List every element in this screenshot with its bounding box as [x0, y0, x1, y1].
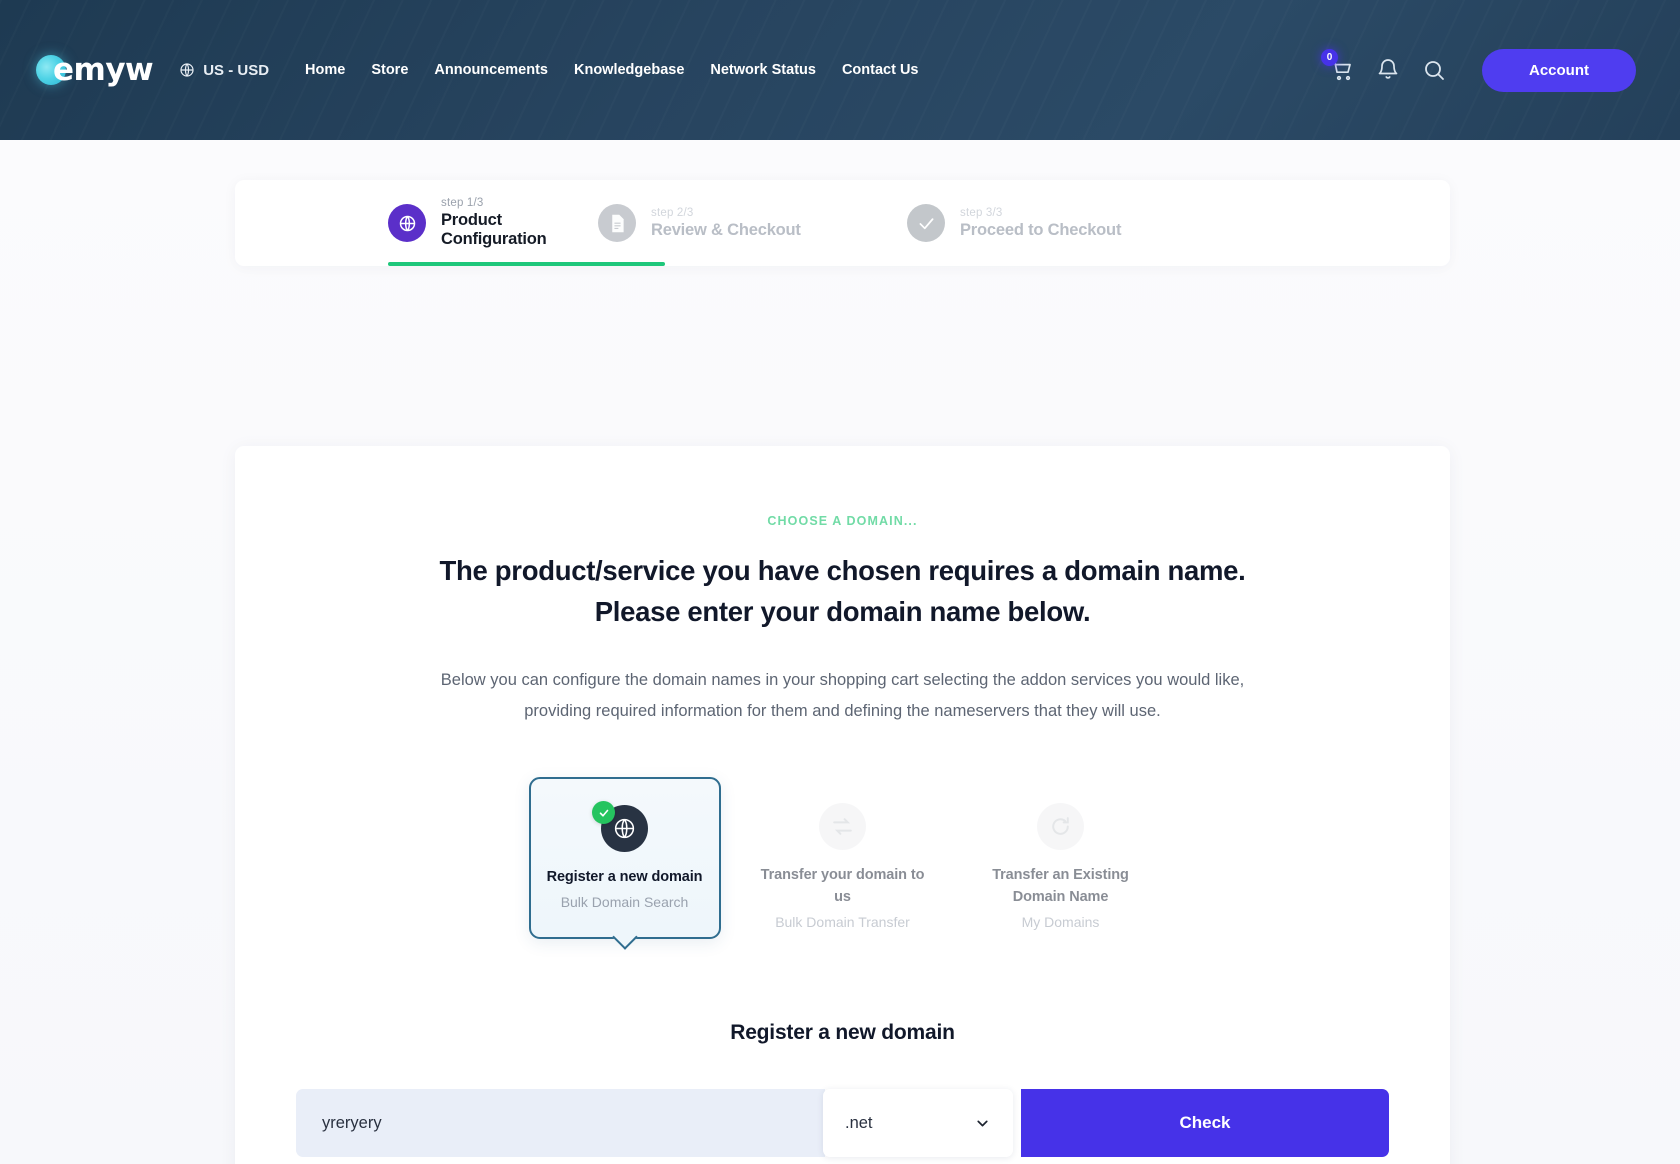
option-title: Transfer an Existing Domain Name [992, 867, 1129, 905]
nav-item-knowledgebase[interactable]: Knowledgebase [574, 62, 684, 78]
document-icon [598, 204, 636, 242]
search-icon[interactable] [1422, 58, 1446, 82]
logo-text: emyw [53, 52, 154, 88]
nav-item-network-status[interactable]: Network Status [710, 62, 816, 78]
account-button[interactable]: Account [1482, 48, 1636, 92]
chevron-down-icon [974, 1115, 991, 1132]
check-domain-button[interactable]: Check [1021, 1089, 1389, 1157]
bell-icon[interactable] [1376, 58, 1400, 82]
transfer-icon [819, 803, 866, 850]
shopping-cart-icon[interactable]: 0 [1321, 49, 1354, 82]
step-product-configuration[interactable]: step 1/3 Product Configuration [235, 180, 665, 266]
nav-item-announcements[interactable]: Announcements [434, 62, 548, 78]
domain-selection-card: CHOOSE A DOMAIN... The product/service y… [235, 446, 1450, 1164]
step-review-checkout[interactable]: step 2/3 Review & Checkout [515, 180, 815, 266]
nav-item-home[interactable]: Home [305, 62, 345, 78]
register-section-title: Register a new domain [730, 1021, 955, 1044]
checkout-steps: step 1/3 Product Configuration step 2/3 … [235, 180, 1450, 266]
domain-search-bar: .net Check [296, 1089, 1389, 1157]
globe-icon [592, 801, 648, 852]
option-title: Register a new domain [546, 869, 703, 885]
refresh-icon [1037, 803, 1084, 850]
step-2-number: step 2/3 [651, 206, 694, 219]
site-logo[interactable]: emyw [36, 52, 154, 88]
check-icon [907, 204, 945, 242]
domain-option-list: Register a new domain Bulk Domain Search… [235, 777, 1450, 957]
page-title: The product/service you have chosen requ… [439, 555, 1246, 627]
header-actions: 0 Account [1321, 48, 1636, 92]
domain-search-input[interactable] [296, 1089, 825, 1157]
step-3-title: Proceed to Checkout [960, 220, 1122, 239]
page-body: step 1/3 Product Configuration step 2/3 … [0, 140, 1680, 1164]
step-3-number: step 3/3 [960, 206, 1003, 219]
option-subtitle[interactable]: Bulk Domain Transfer [755, 911, 931, 933]
option-transfer-domain-to-us[interactable]: Transfer your domain to us Bulk Domain T… [747, 777, 939, 957]
locale-selector[interactable]: US - USD [179, 62, 269, 79]
globe-icon [179, 62, 195, 78]
locale-label: US - USD [203, 61, 270, 79]
nav-item-store[interactable]: Store [371, 62, 408, 78]
option-subtitle[interactable]: My Domains [973, 911, 1149, 933]
selected-check-icon [592, 801, 615, 824]
option-title: Transfer your domain to us [760, 867, 925, 905]
nav-item-contact-us[interactable]: Contact Us [842, 62, 919, 78]
tld-selected-value: .net [845, 1113, 873, 1132]
step-proceed-checkout[interactable]: step 3/3 Proceed to Checkout [815, 180, 1121, 266]
step-2-title: Review & Checkout [651, 220, 801, 239]
globe-icon [388, 204, 426, 242]
tld-select[interactable]: .net [823, 1089, 1013, 1157]
option-register-new-domain[interactable]: Register a new domain Bulk Domain Search [528, 777, 721, 939]
option-transfer-existing-domain[interactable]: Transfer an Existing Domain Name My Doma… [965, 777, 1157, 957]
cart-count-badge: 0 [1321, 49, 1338, 66]
page-description: Below you can configure the domain names… [440, 671, 1245, 720]
main-navigation: Home Store Announcements Knowledgebase N… [305, 62, 918, 78]
eyebrow-label: CHOOSE A DOMAIN... [767, 514, 918, 528]
site-header: emyw US - USD Home Store Announcements K… [0, 0, 1680, 140]
option-subtitle[interactable]: Bulk Domain Search [539, 891, 711, 913]
